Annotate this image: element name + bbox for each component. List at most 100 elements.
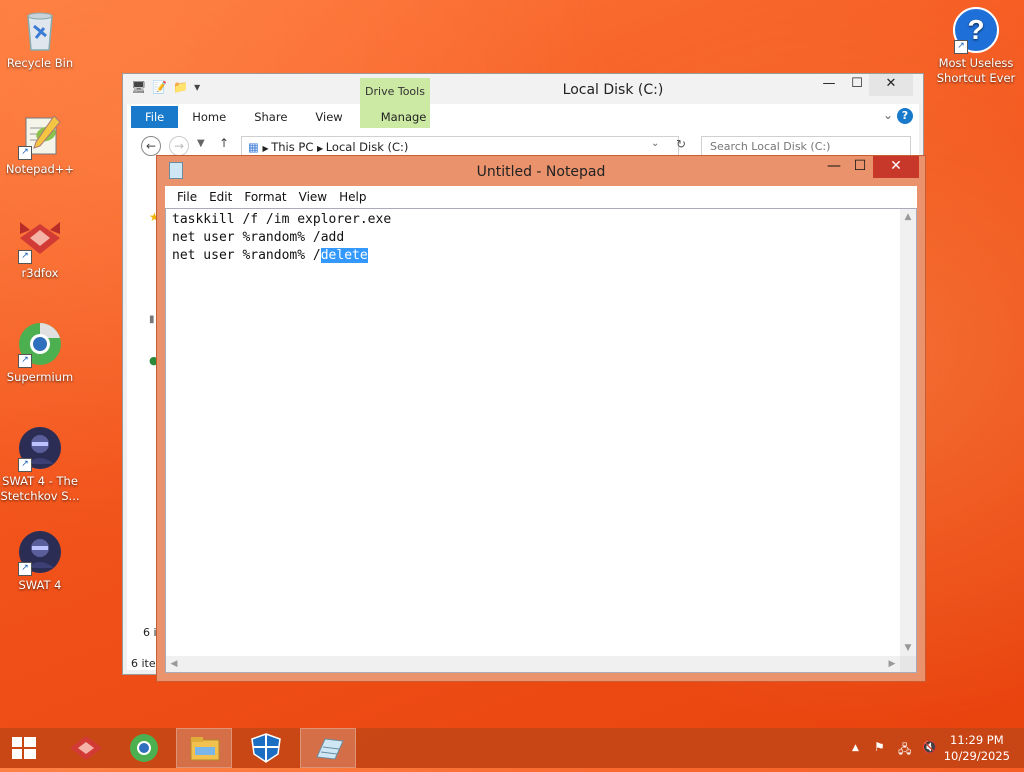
- taskbar-defender[interactable]: [238, 728, 294, 768]
- ribbon-tab-home[interactable]: Home: [178, 106, 240, 128]
- back-arrow-icon[interactable]: ←: [141, 136, 161, 156]
- ribbon-tab-share[interactable]: Share: [240, 106, 301, 128]
- clock-time: 11:29 PM: [950, 733, 1004, 747]
- desktop-icon-recycle-bin[interactable]: Recycle Bin: [0, 6, 80, 71]
- network-status-icon[interactable]: 🖧: [898, 740, 911, 761]
- quick-access-toolbar: 🖥 📝 📁 ▾: [131, 80, 200, 94]
- vertical-scrollbar[interactable]: ▲ ▼: [900, 209, 916, 656]
- refresh-icon[interactable]: ↻: [676, 137, 686, 151]
- desktop-icon-label: r3dfox: [21, 266, 59, 280]
- desktop-icon-label: SWAT 4: [18, 578, 62, 592]
- r3dfox-icon: ↗: [16, 216, 64, 264]
- breadcrumb-separator-icon: ▶: [262, 144, 272, 153]
- ribbon-tab-file[interactable]: File: [131, 106, 179, 128]
- text-line: taskkill /f /im explorer.exe: [172, 212, 392, 227]
- clock-date: 10/29/2025: [943, 749, 1010, 763]
- swat4-icon: ↗: [16, 528, 64, 576]
- horizontal-scrollbar[interactable]: ◀ ▶: [166, 656, 900, 672]
- help-question-icon: ? ↗: [952, 6, 1000, 54]
- drive-tools-label: Drive Tools: [365, 85, 425, 98]
- taskbar: ▲ ⚑ 🖧 🔇 11:29 PM 10/29/2025: [0, 728, 1024, 768]
- help-icon[interactable]: ?: [897, 108, 913, 124]
- svg-text:?: ?: [967, 14, 984, 45]
- swat4-stetchkov-icon: ↗: [16, 424, 64, 472]
- selected-text: delete: [320, 248, 368, 263]
- taskbar-notepad[interactable]: [300, 728, 356, 768]
- notepad-maximize-button[interactable]: ☐: [847, 156, 873, 178]
- supermium-icon: [130, 734, 158, 762]
- address-dropdown-icon[interactable]: ⌄: [651, 138, 659, 149]
- explorer-close-button[interactable]: ✕: [869, 74, 913, 96]
- breadcrumb-this-pc[interactable]: This PC: [271, 140, 313, 154]
- forward-arrow-icon[interactable]: →: [169, 136, 189, 156]
- shield-icon: [251, 733, 281, 763]
- scroll-right-icon[interactable]: ▶: [884, 656, 900, 672]
- scroll-left-icon[interactable]: ◀: [166, 656, 182, 672]
- menu-format[interactable]: Format: [238, 186, 292, 208]
- desktop-icon-label: Recycle Bin: [6, 56, 74, 70]
- notepad-text-area[interactable]: taskkill /f /im explorer.exe net user %ra…: [165, 208, 917, 673]
- scroll-up-icon[interactable]: ▲: [900, 209, 916, 225]
- size-grip[interactable]: [900, 656, 916, 672]
- notepad-title: Untitled - Notepad: [476, 164, 606, 180]
- volume-muted-icon[interactable]: 🔇: [922, 740, 937, 754]
- desktop-icon-r3dfox[interactable]: ↗ r3dfox: [0, 216, 80, 281]
- shortcut-arrow-icon: ↗: [18, 354, 32, 368]
- taskbar-supermium[interactable]: [116, 728, 172, 768]
- desktop-icon-label: SWAT 4 - The Stetchkov S...: [0, 474, 80, 503]
- up-arrow-icon[interactable]: ↑: [219, 136, 229, 150]
- notepad-plus-plus-icon: ↗: [16, 112, 64, 160]
- scroll-down-icon[interactable]: ▼: [900, 640, 916, 656]
- menu-edit[interactable]: Edit: [203, 186, 238, 208]
- action-center-flag-icon[interactable]: ⚑: [874, 740, 885, 754]
- properties-icon[interactable]: 📝: [152, 80, 167, 94]
- this-pc-icon: ▦: [248, 140, 259, 154]
- explorer-status-fragment: 6 i: [143, 626, 157, 639]
- shortcut-arrow-icon: ↗: [18, 562, 32, 576]
- desktop-icon-notepad-plus-plus[interactable]: ↗ Notepad++: [0, 112, 80, 177]
- explorer-title: Local Disk (C:): [562, 82, 664, 98]
- desktop-icon-swat4[interactable]: ↗ SWAT 4: [0, 528, 80, 593]
- taskbar-r3dfox[interactable]: [58, 728, 114, 768]
- shortcut-arrow-icon: ↗: [18, 250, 32, 264]
- notepad-window[interactable]: Untitled - Notepad — ☐ ✕ File Edit Forma…: [156, 155, 926, 682]
- menu-file[interactable]: File: [171, 186, 203, 208]
- nav-pane-item-icon[interactable]: ▮: [149, 314, 155, 325]
- menu-view[interactable]: View: [293, 186, 333, 208]
- text-line: net user %random% /add: [172, 230, 345, 245]
- shortcut-arrow-icon: ↗: [18, 458, 32, 472]
- explorer-app-icon[interactable]: 🖥: [131, 80, 146, 94]
- recent-locations-icon[interactable]: ▼: [197, 138, 205, 149]
- notepad-close-button[interactable]: ✕: [873, 156, 919, 178]
- explorer-titlebar[interactable]: 🖥 📝 📁 ▾ Drive Tools Local Disk (C:) — ☐ …: [123, 74, 923, 128]
- text-line-with-selection: net user %random% /delete: [172, 247, 391, 265]
- desktop-icon-supermium[interactable]: ↗ Supermium: [0, 320, 80, 385]
- desktop-icon-most-useless-shortcut[interactable]: ? ↗ Most Useless Shortcut Ever: [936, 6, 1016, 86]
- ribbon-tab-view[interactable]: View: [301, 106, 356, 128]
- desktop-icon-swat4-stetchkov[interactable]: ↗ SWAT 4 - The Stetchkov S...: [0, 424, 80, 504]
- customize-qat-icon[interactable]: ▾: [194, 80, 200, 94]
- taskbar-file-explorer[interactable]: [176, 728, 232, 768]
- start-button[interactable]: [0, 728, 48, 768]
- ribbon-expand-icon[interactable]: ⌄: [883, 108, 893, 122]
- notepad-menubar: File Edit Format View Help: [165, 186, 917, 208]
- menu-help[interactable]: Help: [333, 186, 372, 208]
- notepad-minimize-button[interactable]: —: [821, 156, 847, 178]
- desktop-icon-label: Supermium: [6, 370, 74, 384]
- notepad-titlebar[interactable]: Untitled - Notepad — ☐ ✕: [157, 156, 925, 186]
- ribbon-tabs: File Home Share View Manage ⌄ ?: [131, 106, 923, 128]
- desktop-icon-label: Most Useless Shortcut Ever: [936, 56, 1016, 85]
- taskbar-clock[interactable]: 11:29 PM 10/29/2025: [944, 732, 1010, 764]
- breadcrumb-separator-icon: ▶: [317, 144, 326, 153]
- windows-logo-icon: [12, 737, 36, 759]
- desktop-icon-label: Notepad++: [5, 162, 75, 176]
- r3dfox-icon: [70, 736, 102, 760]
- text-line: net user %random% /: [172, 248, 321, 263]
- new-folder-icon[interactable]: 📁: [173, 80, 188, 94]
- shortcut-arrow-icon: ↗: [18, 146, 32, 160]
- editor-content[interactable]: taskkill /f /im explorer.exe net user %ra…: [172, 211, 391, 265]
- ribbon-tab-manage[interactable]: Manage: [367, 106, 441, 128]
- breadcrumb-local-disk[interactable]: Local Disk (C:): [326, 140, 409, 154]
- recycle-bin-icon: [16, 6, 64, 54]
- show-hidden-icons-icon[interactable]: ▲: [852, 743, 859, 753]
